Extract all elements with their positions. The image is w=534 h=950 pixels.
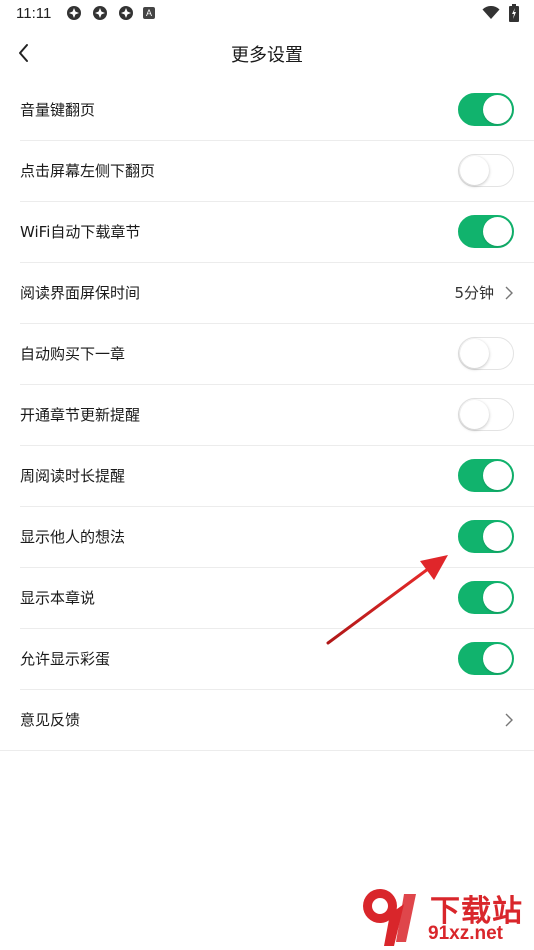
setting-label: 点击屏幕左侧下翻页 bbox=[20, 162, 156, 180]
toggle-knob bbox=[483, 522, 512, 551]
wifi-icon bbox=[482, 6, 500, 19]
setting-label: WiFi自动下载章节 bbox=[20, 223, 141, 241]
toggle-knob bbox=[483, 461, 512, 490]
setting-label: 开通章节更新提醒 bbox=[20, 406, 141, 424]
watermark-url: 91xz.net bbox=[428, 923, 503, 944]
toggle-switch[interactable] bbox=[458, 581, 514, 614]
toggle-knob bbox=[460, 339, 489, 368]
app-notification-icon bbox=[119, 6, 133, 20]
app-notification-icon bbox=[67, 6, 81, 20]
setting-label: 显示本章说 bbox=[20, 589, 96, 607]
toggle-knob bbox=[483, 644, 512, 673]
toggle-switch[interactable] bbox=[458, 459, 514, 492]
setting-volume-key-page-turn: 音量键翻页 bbox=[20, 80, 534, 141]
toggle-knob bbox=[483, 217, 512, 246]
setting-tap-left-page-down: 点击屏幕左侧下翻页 bbox=[20, 141, 534, 202]
annotation-arrow-icon bbox=[326, 555, 448, 645]
setting-auto-buy-next-chapter: 自动购买下一章 bbox=[20, 324, 534, 385]
status-time: 11:11 bbox=[16, 5, 52, 22]
setting-feedback[interactable]: 意见反馈 bbox=[0, 690, 534, 751]
header: 更多设置 bbox=[0, 28, 534, 80]
toggle-switch[interactable] bbox=[458, 337, 514, 370]
toggle-switch[interactable] bbox=[458, 215, 514, 248]
a-notification-icon: A bbox=[143, 7, 155, 19]
setting-screensaver-time[interactable]: 阅读界面屏保时间 5分钟 bbox=[20, 263, 534, 324]
toggle-switch[interactable] bbox=[458, 642, 514, 675]
toggle-knob bbox=[460, 156, 489, 185]
setting-label: 允许显示彩蛋 bbox=[20, 650, 111, 668]
toggle-switch[interactable] bbox=[458, 154, 514, 187]
toggle-switch[interactable] bbox=[458, 520, 514, 553]
toggle-knob bbox=[460, 400, 489, 429]
toggle-knob bbox=[483, 583, 512, 612]
setting-weekly-reading-reminder: 周阅读时长提醒 bbox=[20, 446, 534, 507]
screen: 11:11 A 更多设置 音量键翻页 点击屏幕左侧下翻页 WiFi自动下载章节 … bbox=[0, 0, 534, 950]
chevron-right-icon bbox=[505, 286, 513, 300]
page-title: 更多设置 bbox=[231, 45, 303, 66]
setting-label: 意见反馈 bbox=[20, 711, 81, 729]
setting-label: 自动购买下一章 bbox=[20, 345, 126, 363]
setting-label: 阅读界面屏保时间 bbox=[20, 284, 141, 302]
watermark-logo-icon bbox=[363, 889, 416, 946]
setting-label: 音量键翻页 bbox=[20, 101, 96, 119]
toggle-switch[interactable] bbox=[458, 398, 514, 431]
setting-wifi-auto-download: WiFi自动下载章节 bbox=[20, 202, 534, 263]
toggle-switch[interactable] bbox=[458, 93, 514, 126]
toggle-knob bbox=[483, 95, 512, 124]
watermark: 下载站 91xz.net bbox=[360, 880, 534, 950]
app-notification-icon bbox=[93, 6, 107, 20]
setting-label: 周阅读时长提醒 bbox=[20, 467, 126, 485]
chevron-right-icon bbox=[505, 713, 513, 727]
setting-value: 5分钟 bbox=[454, 284, 494, 302]
setting-chapter-update-reminder: 开通章节更新提醒 bbox=[20, 385, 534, 446]
battery-charging-icon bbox=[509, 4, 519, 22]
setting-label: 显示他人的想法 bbox=[20, 528, 126, 546]
status-bar: 11:11 A bbox=[0, 0, 534, 28]
